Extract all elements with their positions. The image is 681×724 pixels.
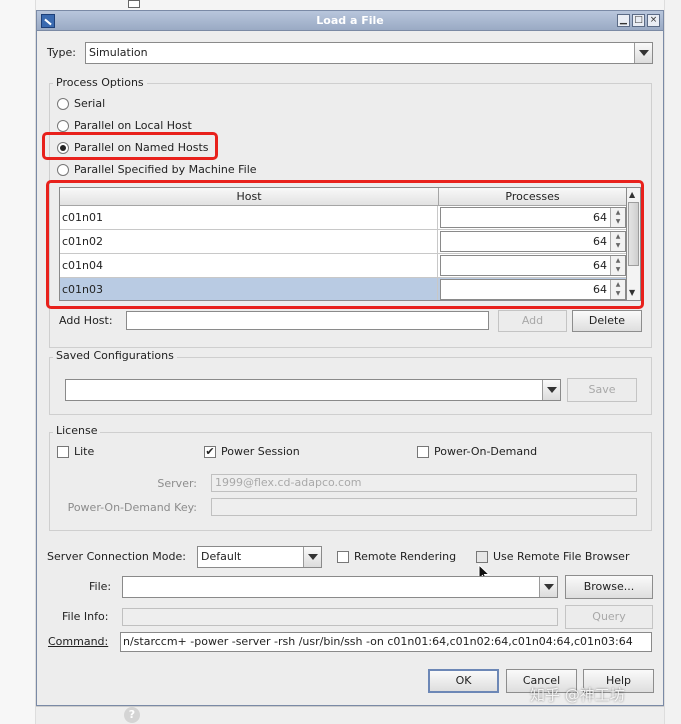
power-session-checkbox[interactable]: ✔ Power Session [204,445,324,461]
minimize-button[interactable]: ▁ [617,14,630,27]
server-label: Server: [157,477,197,490]
dialog-title: Load a File [316,14,384,27]
file-label: File: [89,580,112,593]
chevron-down-icon [544,584,554,590]
background-help-icon: ? [124,707,140,723]
command-value: n/starccm+ -power -server -rsh /usr/bin/… [123,635,633,648]
maximize-icon: □ [634,15,643,25]
remote-rendering-checkbox[interactable]: Remote Rendering [337,550,467,566]
file-dropdown-button[interactable] [539,577,557,597]
saved-configurations-dropdown-button[interactable] [542,380,560,400]
lite-label: Lite [74,445,95,458]
server-connection-mode-value: Default [201,550,242,563]
title-bar[interactable]: Load a File ▁ □ × [37,11,663,31]
chevron-down-icon [308,554,318,560]
radio-parallel-local-host-label: Parallel on Local Host [74,119,192,132]
saved-configurations-title: Saved Configurations [53,349,177,362]
power-session-label: Power Session [221,445,300,458]
maximize-button[interactable]: □ [632,14,645,27]
chevron-down-icon [639,50,649,56]
remote-rendering-checkbox-box[interactable] [337,551,349,563]
query-button[interactable]: Query [565,605,653,629]
server-connection-mode-dropdown-button[interactable] [303,547,321,567]
radio-parallel-machine-file[interactable]: Parallel Specified by Machine File [57,163,297,179]
file-combobox[interactable] [122,576,558,598]
background-window-button [128,0,140,8]
type-label: Type: [47,46,76,59]
background-window-right [664,0,681,724]
radio-serial[interactable]: Serial [57,97,217,113]
chevron-down-icon [547,387,557,393]
highlight-box-named-hosts [42,132,218,160]
type-value: Simulation [89,46,148,59]
radio-serial-circle[interactable] [57,98,69,110]
power-on-demand-label: Power-On-Demand [434,445,538,458]
highlight-box-hosts-table [46,180,644,309]
radio-parallel-local-host[interactable]: Parallel on Local Host [57,119,237,133]
add-host-input[interactable] [126,311,489,330]
saved-configurations-combobox[interactable] [65,379,561,401]
save-button[interactable]: Save [567,378,637,402]
radio-parallel-machine-file-label: Parallel Specified by Machine File [74,163,257,176]
pod-key-label: Power-On-Demand Key: [67,501,197,514]
background-window-left [0,0,36,724]
command-label: Command: [48,635,109,648]
load-file-dialog: Load a File ▁ □ × Type: Simulation Proce… [36,10,664,706]
file-info-field [122,608,558,626]
checkmark-icon[interactable]: ✔ [204,446,216,458]
lite-checkbox[interactable]: Lite [57,445,117,461]
radio-parallel-machine-file-circle[interactable] [57,164,69,176]
process-options-title: Process Options [53,76,147,89]
radio-parallel-local-host-circle[interactable] [57,120,69,132]
server-connection-mode-combobox[interactable]: Default [197,546,322,568]
type-dropdown-button[interactable] [634,43,652,63]
add-button[interactable]: Add [498,310,567,332]
power-on-demand-checkbox-box[interactable] [417,446,429,458]
command-input[interactable]: n/starccm+ -power -server -rsh /usr/bin/… [120,632,652,652]
ok-button[interactable]: OK [428,669,499,693]
license-title: License [53,424,101,437]
server-input[interactable]: 1999@flex.cd-adapco.com [211,474,637,492]
server-connection-mode-label: Server Connection Mode: [47,550,186,563]
remote-rendering-label: Remote Rendering [354,550,457,563]
radio-serial-label: Serial [74,97,106,110]
power-on-demand-checkbox[interactable]: Power-On-Demand [417,445,557,461]
remote-file-browser-label: Use Remote File Browser [493,550,630,563]
file-info-label: File Info: [62,610,109,623]
delete-button[interactable]: Delete [572,310,642,332]
browse-button[interactable]: Browse... [565,575,653,599]
remote-file-browser-checkbox-box[interactable] [476,551,488,563]
close-icon: × [649,15,658,25]
minimize-icon: ▁ [620,15,627,25]
remote-file-browser-checkbox[interactable]: Use Remote File Browser [476,550,646,566]
watermark: 知乎 @神工坊 [530,686,625,704]
lite-checkbox-box[interactable] [57,446,69,458]
add-host-label: Add Host: [59,314,113,327]
type-combobox[interactable]: Simulation [85,42,653,64]
close-button[interactable]: × [647,14,660,27]
server-value: 1999@flex.cd-adapco.com [215,476,362,489]
pod-key-input[interactable] [211,498,637,516]
